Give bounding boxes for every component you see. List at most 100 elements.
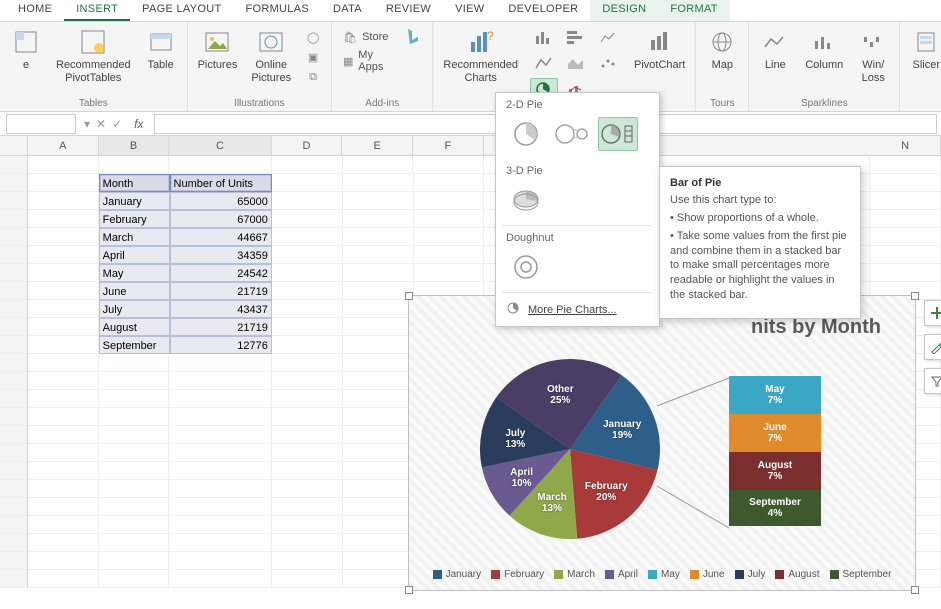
cell[interactable] <box>99 462 170 480</box>
cell[interactable] <box>272 300 343 318</box>
cell[interactable] <box>28 462 99 480</box>
cell[interactable] <box>169 426 271 444</box>
cell[interactable] <box>272 390 343 408</box>
doughnut-option[interactable] <box>506 250 546 284</box>
cell[interactable] <box>272 354 343 372</box>
cell[interactable] <box>414 264 485 282</box>
cell[interactable] <box>343 210 414 228</box>
cell[interactable] <box>343 264 414 282</box>
cell[interactable] <box>272 264 343 282</box>
row-header[interactable] <box>0 462 28 480</box>
cell[interactable]: 65000 <box>170 192 272 210</box>
cell[interactable]: 21719 <box>170 282 272 300</box>
cell[interactable] <box>343 552 414 570</box>
cell[interactable]: Number of Units <box>170 174 272 192</box>
cell[interactable] <box>28 390 99 408</box>
row-header[interactable] <box>0 480 28 498</box>
cell[interactable] <box>99 552 170 570</box>
cell[interactable] <box>413 156 484 174</box>
cell[interactable] <box>272 156 343 174</box>
cell[interactable] <box>414 246 485 264</box>
tab-design[interactable]: DESIGN <box>590 0 658 21</box>
cell[interactable] <box>870 246 941 264</box>
row-header[interactable] <box>0 552 28 570</box>
cell[interactable] <box>99 516 170 534</box>
cell[interactable] <box>343 390 414 408</box>
cancel-formula-icon[interactable]: ✕ <box>96 117 106 131</box>
cell[interactable] <box>343 246 414 264</box>
insert-line-chart-button[interactable] <box>530 52 558 74</box>
cell[interactable]: August <box>99 318 170 336</box>
cell[interactable] <box>169 372 271 390</box>
select-all-corner[interactable] <box>0 136 28 155</box>
col-header-d[interactable]: D <box>272 136 343 155</box>
cell[interactable] <box>169 498 271 516</box>
cell[interactable] <box>343 336 414 354</box>
chart-styles-button[interactable] <box>924 334 941 360</box>
cell[interactable]: 34359 <box>170 246 272 264</box>
row-header[interactable] <box>0 282 28 300</box>
col-header-b[interactable]: B <box>99 136 170 155</box>
cell[interactable] <box>272 498 343 516</box>
cell[interactable] <box>169 156 271 174</box>
cell[interactable] <box>169 570 271 588</box>
insert-stock-chart-button[interactable] <box>594 26 622 48</box>
cell[interactable] <box>99 480 170 498</box>
bar-seg-september[interactable]: September4% <box>729 490 821 526</box>
cell[interactable] <box>169 552 271 570</box>
bing-maps-button[interactable] <box>400 24 426 48</box>
cell[interactable] <box>28 570 99 588</box>
cell[interactable] <box>343 192 414 210</box>
cell[interactable] <box>28 516 99 534</box>
pie-3d-option[interactable] <box>506 183 546 217</box>
legend-item-april[interactable]: April <box>605 569 638 580</box>
cell[interactable] <box>272 480 343 498</box>
cell[interactable] <box>28 228 99 246</box>
chart-filters-button[interactable] <box>924 368 941 394</box>
cell[interactable] <box>272 444 343 462</box>
tab-format[interactable]: FORMAT <box>658 0 729 21</box>
fx-icon[interactable]: fx <box>128 117 149 131</box>
legend-item-january[interactable]: January <box>433 569 482 580</box>
cell[interactable] <box>343 516 414 534</box>
cell[interactable] <box>272 228 343 246</box>
more-pie-charts-button[interactable]: More Pie Charts... <box>496 293 659 326</box>
cell[interactable] <box>414 174 485 192</box>
cell[interactable] <box>414 192 485 210</box>
pie-of-pie-option[interactable] <box>552 117 592 151</box>
myapps-button[interactable]: ▦My Apps <box>338 48 394 74</box>
cell[interactable] <box>343 426 414 444</box>
pivottable-button[interactable]: e <box>6 24 46 74</box>
cell[interactable] <box>343 354 414 372</box>
table-button[interactable]: Table <box>141 24 181 74</box>
store-button[interactable]: 🛍Store <box>338 28 394 46</box>
bar-of-pie-option[interactable] <box>598 117 638 151</box>
cell[interactable] <box>343 282 414 300</box>
cell[interactable]: 67000 <box>170 210 272 228</box>
row-header[interactable] <box>0 372 28 390</box>
tab-home[interactable]: HOME <box>6 0 64 21</box>
accept-formula-icon[interactable]: ✓ <box>112 117 122 131</box>
cell[interactable] <box>272 552 343 570</box>
col-header-n[interactable]: N <box>870 136 941 155</box>
cell[interactable] <box>28 210 99 228</box>
cell[interactable] <box>28 264 99 282</box>
cell[interactable] <box>272 408 343 426</box>
legend-item-august[interactable]: August <box>775 569 819 580</box>
cell[interactable] <box>28 300 99 318</box>
embedded-chart[interactable]: nits by Month May7%June7%August7%Septemb… <box>408 295 916 591</box>
legend-item-july[interactable]: July <box>735 569 766 580</box>
cell[interactable] <box>414 210 485 228</box>
cell[interactable]: May <box>99 264 170 282</box>
cell[interactable] <box>28 426 99 444</box>
cell[interactable] <box>28 354 99 372</box>
row-header[interactable] <box>0 408 28 426</box>
cell[interactable] <box>99 156 170 174</box>
row-header[interactable] <box>0 390 28 408</box>
col-header-c[interactable]: C <box>169 136 271 155</box>
row-header[interactable] <box>0 192 28 210</box>
row-header[interactable] <box>0 174 28 192</box>
row-header[interactable] <box>0 516 28 534</box>
legend-item-june[interactable]: June <box>690 569 725 580</box>
bar-seg-may[interactable]: May7% <box>729 376 821 414</box>
